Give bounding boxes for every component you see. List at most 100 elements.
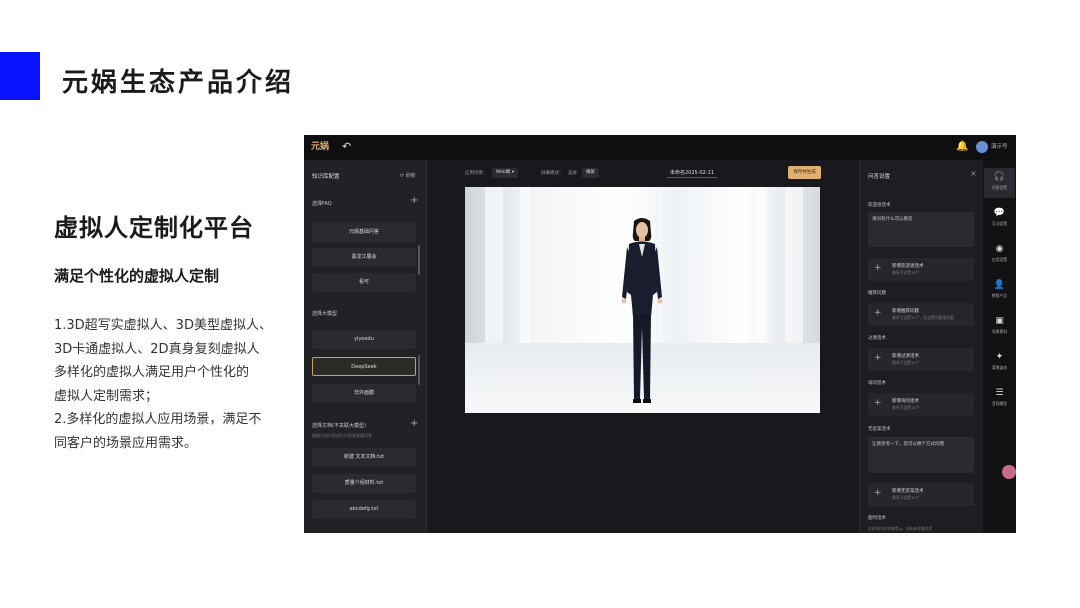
image-icon: ▣: [995, 316, 1004, 326]
section-subheading: 满足个性化的虚拟人定制: [54, 267, 220, 285]
display-portrait[interactable]: 竖屏: [568, 170, 577, 176]
project-name-input[interactable]: 未命名2025-02-11: [667, 168, 717, 178]
noanswer-text-field[interactable]: 让我思考一下，您可以换个方式问哦: [868, 437, 974, 473]
add-transition-button[interactable]: + 新增过渡话术 最多可设置10个: [868, 348, 974, 371]
model-item[interactable]: 非外面膜: [312, 384, 416, 403]
faq-item[interactable]: 看可: [312, 273, 416, 292]
avatar-preview-stage: [465, 187, 820, 413]
rail-item-scene[interactable]: ▣ 场景素材: [984, 312, 1015, 342]
recommend-section-title: 推荐问题: [868, 291, 886, 296]
rail-label: 场景素材: [991, 329, 1008, 334]
transition-section-title: 过渡话术: [868, 336, 886, 341]
faq-scrollbar[interactable]: [418, 245, 420, 275]
user-name[interactable]: 演示号: [991, 142, 1008, 150]
welcome-section-title: 欢迎语话术: [868, 203, 891, 208]
faq-item[interactable]: 元娲基础问答: [312, 223, 416, 242]
undo-icon[interactable]: ↶: [342, 140, 356, 154]
slide: 元娲生态产品介绍 虚拟人定制化平台 满足个性化的虚拟人定制 1.3D超写实虚拟人…: [0, 0, 1080, 608]
add-label: 新增欢迎语话术: [892, 264, 924, 269]
add-recommend-button[interactable]: + 新增推荐问题 最多可设置10个，若设置问题请加重: [868, 303, 974, 326]
fallback-section-title: 询问话术: [868, 381, 886, 386]
timeout-section-title: 超时话术: [868, 516, 886, 521]
refresh-button[interactable]: ⟳ 刷新: [400, 172, 416, 179]
rail-label: 背景姿态: [991, 365, 1008, 370]
model-item-selected[interactable]: DeepSeek: [312, 357, 416, 376]
faq-item[interactable]: 黑龙江展会: [312, 248, 416, 267]
doc-item[interactable]: 质量介绍材料.txt: [312, 474, 416, 493]
app-logo[interactable]: 元娲: [311, 141, 335, 154]
scene-select[interactable]: Web端 ▾: [492, 168, 519, 178]
rail-label: 问答设置: [991, 185, 1008, 190]
add-label: 新增询问话术: [892, 399, 919, 404]
faq-section-title: 选择FAQ: [312, 201, 332, 207]
equalizer-icon: ☰: [995, 388, 1004, 398]
avatar[interactable]: [976, 141, 988, 153]
close-icon[interactable]: ×: [970, 169, 977, 178]
desc-line: 多样化的虚拟人满足用户个性化的: [54, 365, 250, 380]
panel-title: 知识库配置: [312, 174, 340, 180]
model-scrollbar[interactable]: [418, 355, 420, 385]
rail-item-interact[interactable]: 💬 互动设置: [984, 204, 1015, 234]
add-hint: 最多可设置10个: [892, 405, 920, 410]
plus-icon: +: [874, 398, 882, 408]
app-screenshot: 元娲 ↶ 🔔 演示号 知识库配置 ⟳ 刷新 选择FAQ + 元娲基础问答 黑龙江…: [304, 135, 1016, 533]
add-noanswer-button[interactable]: + 新增无答案话术 最多可设置10个: [868, 483, 974, 506]
floating-assistant-button[interactable]: [1002, 465, 1016, 479]
rail-item-pose[interactable]: ✦ 背景姿态: [984, 348, 1015, 378]
timeout-hint: 在时间内的答复提示，如未有答复话术: [868, 526, 933, 531]
add-hint: 最多可设置10个: [892, 360, 920, 365]
scene-value: Web端: [496, 170, 511, 175]
add-hint: 最多可设置10个: [892, 270, 920, 275]
intro-panel: 虚拟人定制化平台 满足个性化的虚拟人定制 1.3D超写实虚拟人、3D美型虚拟人、…: [54, 208, 294, 455]
add-fallback-button[interactable]: + 新增询问话术 最多可设置10个: [868, 393, 974, 416]
display-landscape[interactable]: 横屏: [582, 168, 599, 178]
virtual-human-figure: [621, 218, 663, 403]
rail-item-app[interactable]: ◉ 应用设置: [984, 240, 1015, 270]
chat-icon: 💬: [993, 208, 1006, 218]
accent-bar: [0, 52, 40, 100]
rail-item-qa[interactable]: 🎧 问答设置: [984, 168, 1015, 198]
model-section-title: 选择大模型: [312, 311, 338, 317]
headset-icon: 🎧: [993, 172, 1006, 182]
knowledge-base-panel: 知识库配置 ⟳ 刷新 选择FAQ + 元娲基础问答 黑龙江展会 看可 选择大模型…: [304, 160, 427, 533]
add-label: 新增无答案话术: [892, 489, 924, 494]
plus-icon: +: [874, 263, 882, 273]
rail-label: 互动设置: [991, 221, 1008, 226]
qa-settings-panel: 问答设置 × 欢迎语话术 请问有什么可以看您 + 新增欢迎语话术 最多可设置10…: [859, 160, 983, 533]
top-bar: 元娲 ↶ 🔔 演示号: [304, 135, 1016, 160]
desc-line: 同客户的场景应用需求。: [54, 435, 198, 451]
welcome-text-field[interactable]: 请问有什么可以看您: [868, 212, 974, 247]
add-hint: 最多可设置10个，若设置问题请加重: [892, 315, 954, 320]
plus-icon: +: [874, 353, 882, 363]
rail-item-product[interactable]: 👤 数智产品: [984, 276, 1015, 306]
display-label: 屏幕模式：: [541, 171, 564, 176]
preview-area: 应用场景： Web端 ▾ 屏幕模式： 竖屏 横屏 未命名2025-02-11 保…: [427, 160, 859, 533]
desc-line: 3D卡通虚拟人、2D真身复刻虚拟人: [54, 341, 260, 357]
doc-hint: 根据文档内容进行问答或答疑问答: [312, 433, 372, 438]
rail-label: 应用设置: [991, 257, 1008, 262]
panel-title: 问答设置: [868, 174, 891, 180]
doc-item[interactable]: 新建 文本文档.txt: [312, 448, 416, 467]
add-faq-icon[interactable]: +: [410, 195, 418, 206]
desc-line: 虚拟人定制需求；: [54, 388, 159, 404]
rail-label: 数智产品: [991, 293, 1008, 298]
section-heading: 虚拟人定制化平台: [54, 214, 254, 242]
doc-item[interactable]: abcdefg.txt: [312, 500, 416, 519]
rail-label: 音频模型: [991, 401, 1008, 406]
plus-icon: +: [874, 488, 882, 498]
add-welcome-button[interactable]: + 新增欢迎语话术 最多可设置10个: [868, 258, 974, 281]
refresh-label: 刷新: [405, 173, 416, 179]
bell-icon[interactable]: 🔔: [956, 141, 968, 153]
save-generate-button[interactable]: 保存并生成: [788, 166, 821, 179]
add-doc-icon[interactable]: +: [410, 418, 418, 429]
pose-icon: ✦: [995, 352, 1004, 362]
person-icon: 👤: [993, 280, 1006, 290]
model-item[interactable]: yiyoedu: [312, 330, 416, 349]
globe-icon: ◉: [995, 244, 1004, 254]
add-hint: 最多可设置10个: [892, 495, 920, 500]
plus-icon: +: [874, 308, 882, 318]
scene-label: 应用场景：: [465, 171, 488, 176]
desc-line: 1.3D超写实虚拟人、3D美型虚拟人、: [54, 318, 272, 333]
add-label: 新增过渡话术: [892, 354, 919, 359]
rail-item-audio[interactable]: ☰ 音频模型: [984, 384, 1015, 414]
